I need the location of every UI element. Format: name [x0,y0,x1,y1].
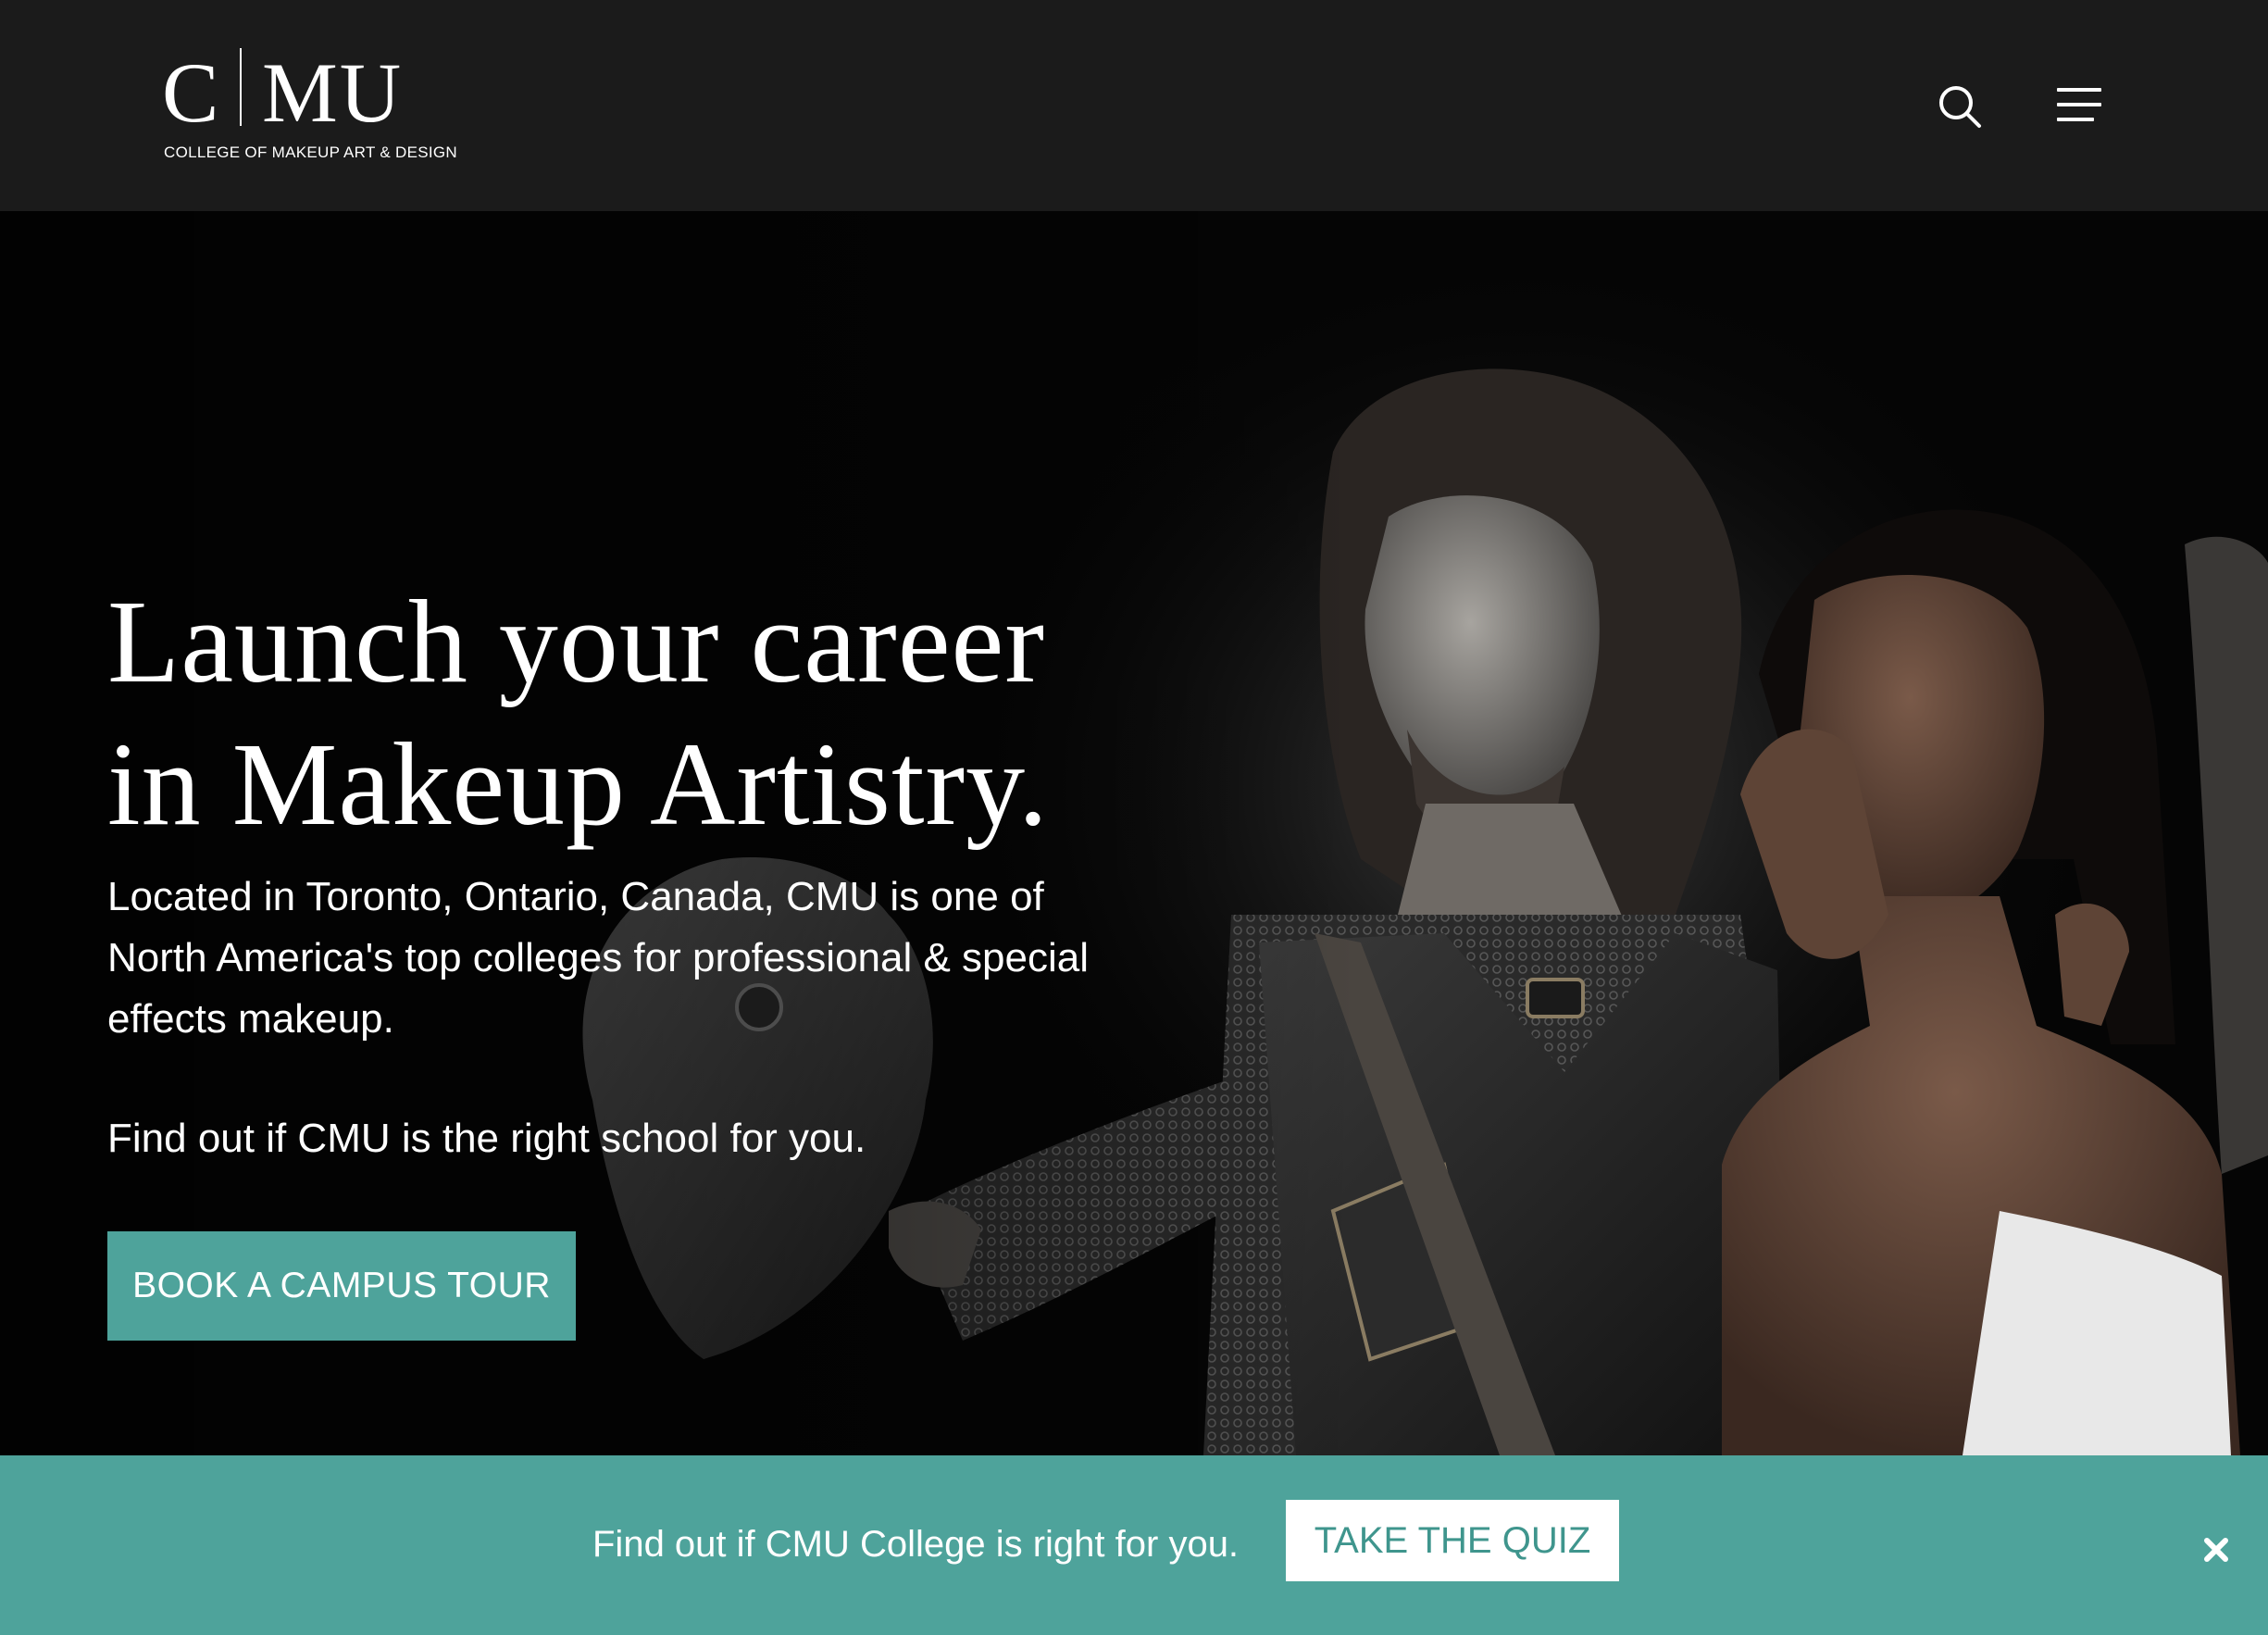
menu-line-bottom [2057,118,2094,121]
take-the-quiz-button[interactable]: TAKE THE QUIZ [1286,1500,1619,1581]
logo-divider [240,48,242,126]
logo-subtitle: COLLEGE OF MAKEUP ART & DESIGN [164,144,457,161]
menu-line-middle [2057,103,2101,106]
hero-title-line-1: Launch your career [107,576,1045,707]
logo-letter-c: C [162,45,219,140]
cmu-logo[interactable]: C MU COLLEGE OF MAKEUP ART & DESIGN [162,48,458,168]
quiz-banner-text: Find out if CMU College is right for you… [592,1524,1240,1565]
quiz-banner: Find out if CMU College is right for you… [0,1455,2268,1635]
logo-letters-mu: MU [262,45,404,140]
hero-title: Launch your career in Makeup Artistry. [107,570,1172,855]
book-campus-tour-button[interactable]: BOOK A CAMPUS TOUR [107,1231,576,1341]
close-icon [2204,1538,2228,1562]
search-icon [1939,86,1981,128]
hero-section: Launch your career in Makeup Artistry. L… [0,211,2268,1455]
hamburger-menu-icon [2057,88,2101,92]
site-header: C MU COLLEGE OF MAKEUP ART & DESIGN [0,0,2268,211]
hero-title-line-2: in Makeup Artistry. [107,718,1049,850]
hero-description: Located in Toronto, Ontario, Canada, CMU… [107,874,1090,1042]
search-button[interactable] [1935,81,1985,131]
close-banner-button[interactable] [2198,1531,2235,1568]
menu-button[interactable] [2057,85,2101,124]
hero-cta-text: Find out if CMU is the right school for … [107,1116,866,1161]
